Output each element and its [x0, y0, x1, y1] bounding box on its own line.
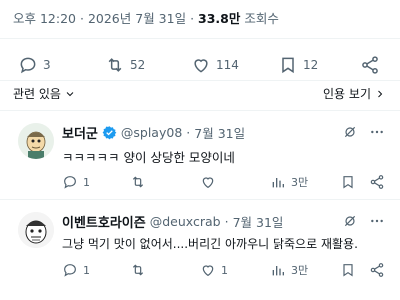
- grok-icon[interactable]: [342, 213, 358, 229]
- retweet-icon: [132, 176, 144, 188]
- avatar-image: [18, 123, 54, 159]
- retweet-button[interactable]: [130, 262, 146, 278]
- reply-header: 보더군 @splay08 · 7월 31일: [62, 123, 245, 142]
- author-handle[interactable]: @splay08: [121, 125, 182, 140]
- bookmark-icon: [343, 264, 353, 277]
- retweet-button[interactable]: [130, 174, 146, 190]
- reply-header: 이벤트호라이즌 @deuxcrab · 7월 31일: [62, 212, 283, 231]
- views-button[interactable]: 3만: [270, 174, 308, 190]
- reply-button[interactable]: 1: [62, 174, 90, 190]
- bookmark-button[interactable]: [340, 262, 356, 278]
- retweet-count: 52: [130, 58, 146, 72]
- more-options-icon[interactable]: [369, 124, 385, 140]
- reply-date[interactable]: 7월 31일: [194, 123, 245, 142]
- divider: [0, 38, 400, 39]
- tweet-actions: 3 52 114 12: [0, 52, 400, 78]
- reply-tweet[interactable]: 이벤트호라이즌 @deuxcrab · 7월 31일 그냥 먹기 맛이 없어서.…: [0, 200, 400, 300]
- reply-count: 3: [43, 58, 51, 72]
- view-count: 33.8만: [198, 11, 241, 26]
- analytics-icon: [272, 178, 284, 188]
- avatar[interactable]: [18, 212, 54, 248]
- avatar[interactable]: [18, 123, 54, 159]
- reply-button[interactable]: 3: [18, 55, 51, 75]
- retweet-icon: [108, 58, 122, 72]
- like-button[interactable]: 1: [200, 262, 228, 278]
- bookmark-count: 12: [303, 58, 319, 72]
- retweet-icon: [132, 264, 144, 276]
- reply-icon: [64, 176, 76, 189]
- relevance-sort-dropdown[interactable]: 관련 있음: [13, 85, 76, 102]
- bookmark-button[interactable]: 12: [278, 55, 318, 75]
- reply-icon: [20, 57, 36, 74]
- share-button[interactable]: [369, 174, 385, 190]
- view-count: 3만: [291, 176, 309, 189]
- view-count: 3만: [291, 264, 309, 277]
- heart-icon: [202, 177, 214, 189]
- relevance-bar: 관련 있음 인용 보기: [0, 80, 400, 104]
- reply-tweet[interactable]: 보더군 @splay08 · 7월 31일 ㅋㅋㅋㅋㅋ 양이 상당한 모양이네 …: [0, 111, 400, 199]
- reply-button[interactable]: 1: [62, 262, 90, 278]
- separator: ·: [224, 214, 229, 229]
- avatar-image: [18, 212, 54, 248]
- tweet-meta: 오후 12:20 · 2026년 7월 31일 · 33.8만 조회수: [13, 8, 279, 27]
- share-button[interactable]: [360, 55, 380, 75]
- tweet-time[interactable]: 오후 12:20: [13, 11, 76, 26]
- bookmark-button[interactable]: [340, 174, 356, 190]
- separator: ·: [186, 125, 191, 140]
- like-button[interactable]: 114: [191, 55, 239, 75]
- view-quotes-link[interactable]: 인용 보기: [323, 85, 386, 102]
- chevron-right-icon: [378, 90, 383, 97]
- like-button[interactable]: [200, 174, 216, 190]
- bookmark-icon: [282, 57, 294, 74]
- share-button[interactable]: [369, 262, 385, 278]
- like-count: 114: [216, 58, 239, 72]
- share-icon: [362, 56, 378, 74]
- views-button[interactable]: 3만: [270, 262, 308, 278]
- retweet-button[interactable]: 52: [105, 55, 145, 75]
- verified-badge-icon: [102, 126, 117, 140]
- author-name[interactable]: 보더군: [62, 123, 98, 142]
- share-icon: [370, 175, 384, 189]
- share-icon: [370, 263, 384, 277]
- analytics-icon: [272, 266, 284, 276]
- separator: ·: [190, 11, 195, 26]
- heart-icon: [194, 59, 208, 73]
- reply-icon: [64, 264, 76, 277]
- bookmark-icon: [343, 176, 353, 189]
- reply-date[interactable]: 7월 31일: [233, 212, 284, 231]
- separator: ·: [79, 11, 84, 26]
- reply-count: 1: [83, 263, 90, 277]
- reply-text: ㅋㅋㅋㅋㅋ 양이 상당한 모양이네: [62, 150, 235, 165]
- tweet-date[interactable]: 2026년 7월 31일: [88, 11, 186, 26]
- reply-count: 1: [83, 175, 90, 189]
- view-quotes-label: 인용 보기: [323, 87, 371, 101]
- author-name[interactable]: 이벤트호라이즌: [62, 212, 146, 231]
- more-options-icon[interactable]: [369, 213, 385, 229]
- chevron-down-icon: [66, 91, 74, 96]
- heart-icon: [202, 265, 214, 277]
- author-handle[interactable]: @deuxcrab: [150, 214, 221, 229]
- view-label: 조회수: [244, 11, 279, 26]
- like-count: 1: [221, 263, 228, 277]
- grok-icon[interactable]: [342, 124, 358, 140]
- reply-text: 그냥 먹기 맛이 없어서....버리긴 아까우니 닭죽으로 재활용.: [62, 237, 358, 251]
- relevance-sort-label: 관련 있음: [13, 87, 61, 101]
